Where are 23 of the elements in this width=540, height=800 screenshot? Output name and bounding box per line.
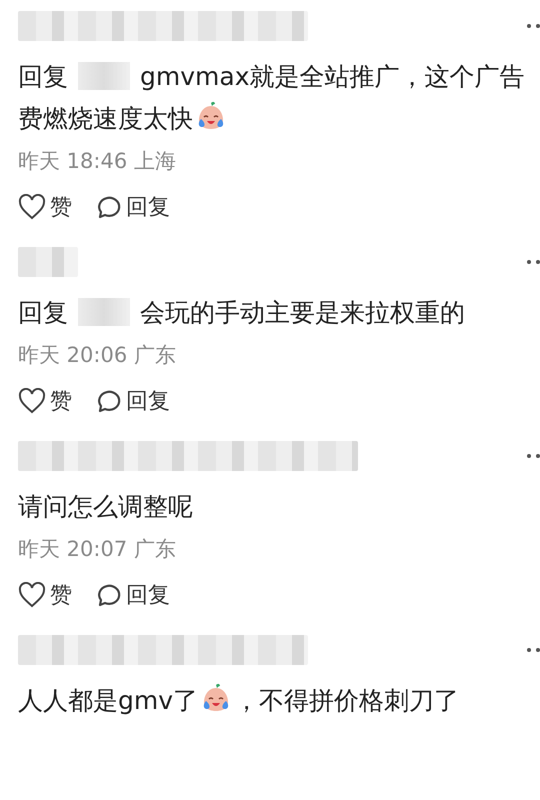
comment-time: 昨天 18:46 上海 bbox=[18, 148, 177, 175]
reply-button[interactable]: 回复 bbox=[94, 580, 170, 610]
more-icon[interactable] bbox=[526, 259, 540, 265]
comment-text: 回复 gmvmax就是全站推广，这个广告费燃烧速度太快 bbox=[18, 61, 526, 135]
heart-icon bbox=[18, 582, 46, 608]
more-icon[interactable] bbox=[526, 453, 540, 459]
reply-button[interactable]: 回复 bbox=[94, 192, 170, 222]
like-button[interactable]: 赞 bbox=[18, 580, 72, 610]
like-button[interactable]: 赞 bbox=[18, 386, 72, 416]
heart-icon bbox=[18, 194, 46, 220]
comment-text: 回复 会玩的手动主要是来拉权重的 bbox=[18, 297, 466, 329]
comment-text: 人人都是gmv了 ，不得拼价格刺刀了 bbox=[18, 680, 528, 722]
comment-time: 昨天 20:07 广东 bbox=[18, 536, 177, 563]
blurred-mention bbox=[78, 298, 130, 326]
like-button[interactable]: 赞 bbox=[18, 192, 72, 222]
reply-button[interactable]: 回复 bbox=[94, 386, 170, 416]
blurred-mention bbox=[78, 62, 130, 90]
comment-text: 请问怎么调整呢 bbox=[18, 491, 194, 523]
heart-icon bbox=[18, 388, 46, 414]
more-icon[interactable] bbox=[526, 23, 540, 29]
blurred-username bbox=[18, 247, 78, 277]
comment-time: 昨天 20:06 广东 bbox=[18, 342, 177, 369]
more-icon[interactable] bbox=[526, 647, 540, 653]
